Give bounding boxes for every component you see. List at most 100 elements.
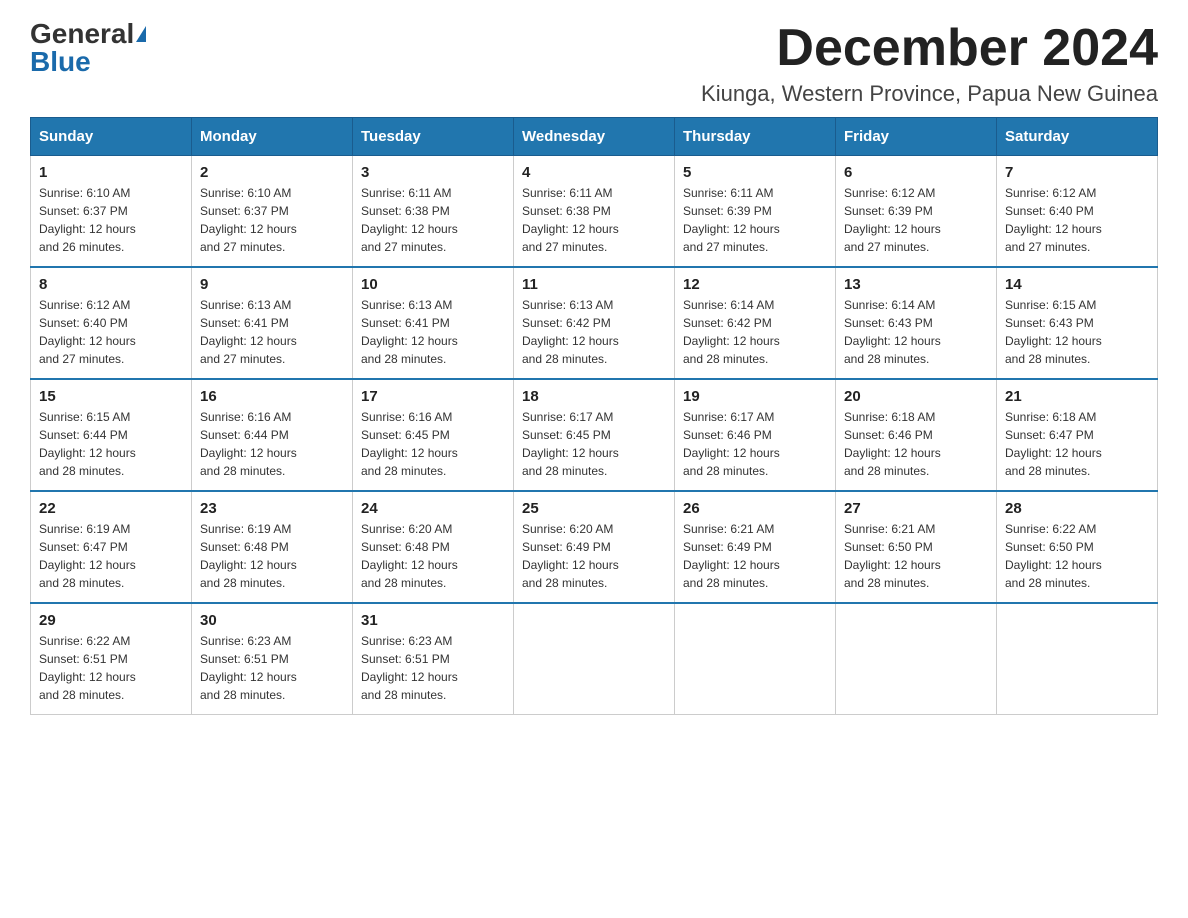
day-number: 11 (522, 276, 666, 293)
calendar-cell: 3 Sunrise: 6:11 AMSunset: 6:38 PMDaylight… (353, 156, 514, 268)
day-info: Sunrise: 6:21 AMSunset: 6:49 PMDaylight:… (683, 520, 827, 592)
day-number: 6 (844, 164, 988, 181)
page-header: General Blue December 2024 Kiunga, Weste… (30, 20, 1158, 107)
calendar-cell: 14 Sunrise: 6:15 AMSunset: 6:43 PMDayligh… (997, 267, 1158, 379)
title-area: December 2024 Kiunga, Western Province, … (701, 20, 1158, 107)
calendar-cell: 30 Sunrise: 6:23 AMSunset: 6:51 PMDayligh… (192, 603, 353, 715)
day-number: 19 (683, 388, 827, 405)
calendar-cell: 27Sunrise: 6:21 AMSunset: 6:50 PMDayligh… (836, 491, 997, 603)
day-info: Sunrise: 6:15 AMSunset: 6:44 PMDaylight:… (39, 408, 183, 480)
location-title: Kiunga, Western Province, Papua New Guin… (701, 81, 1158, 107)
header-monday: Monday (192, 118, 353, 156)
day-info: Sunrise: 6:14 AMSunset: 6:43 PMDaylight:… (844, 296, 988, 368)
day-info: Sunrise: 6:13 AMSunset: 6:41 PMDaylight:… (200, 296, 344, 368)
header-wednesday: Wednesday (514, 118, 675, 156)
calendar-cell: 26 Sunrise: 6:21 AMSunset: 6:49 PMDayligh… (675, 491, 836, 603)
calendar-cell: 22Sunrise: 6:19 AMSunset: 6:47 PMDayligh… (31, 491, 192, 603)
day-info: Sunrise: 6:10 AMSunset: 6:37 PMDaylight:… (39, 184, 183, 256)
calendar-cell: 10 Sunrise: 6:13 AMSunset: 6:41 PMDayligh… (353, 267, 514, 379)
day-info: Sunrise: 6:17 AMSunset: 6:45 PMDaylight:… (522, 408, 666, 480)
day-number: 13 (844, 276, 988, 293)
day-number: 12 (683, 276, 827, 293)
day-info: Sunrise: 6:12 AMSunset: 6:40 PMDaylight:… (39, 296, 183, 368)
day-info: Sunrise: 6:11 AMSunset: 6:38 PMDaylight:… (361, 184, 505, 256)
day-number: 8 (39, 276, 183, 293)
day-number: 27 (844, 500, 988, 517)
calendar-week-row: 15 Sunrise: 6:15 AMSunset: 6:44 PMDayligh… (31, 379, 1158, 491)
calendar-cell (997, 603, 1158, 715)
calendar-cell: 23Sunrise: 6:19 AMSunset: 6:48 PMDayligh… (192, 491, 353, 603)
day-number: 26 (683, 500, 827, 517)
header-saturday: Saturday (997, 118, 1158, 156)
day-number: 30 (200, 612, 344, 629)
calendar-cell: 11 Sunrise: 6:13 AMSunset: 6:42 PMDayligh… (514, 267, 675, 379)
calendar-cell: 2 Sunrise: 6:10 AMSunset: 6:37 PMDaylight… (192, 156, 353, 268)
calendar-cell: 4Sunrise: 6:11 AMSunset: 6:38 PMDaylight… (514, 156, 675, 268)
header-sunday: Sunday (31, 118, 192, 156)
day-info: Sunrise: 6:13 AMSunset: 6:41 PMDaylight:… (361, 296, 505, 368)
day-info: Sunrise: 6:13 AMSunset: 6:42 PMDaylight:… (522, 296, 666, 368)
day-info: Sunrise: 6:18 AMSunset: 6:46 PMDaylight:… (844, 408, 988, 480)
day-number: 3 (361, 164, 505, 181)
day-number: 4 (522, 164, 666, 181)
day-info: Sunrise: 6:11 AMSunset: 6:39 PMDaylight:… (683, 184, 827, 256)
calendar-table: SundayMondayTuesdayWednesdayThursdayFrid… (30, 117, 1158, 715)
day-number: 17 (361, 388, 505, 405)
calendar-cell: 28 Sunrise: 6:22 AMSunset: 6:50 PMDayligh… (997, 491, 1158, 603)
day-info: Sunrise: 6:16 AMSunset: 6:44 PMDaylight:… (200, 408, 344, 480)
day-info: Sunrise: 6:10 AMSunset: 6:37 PMDaylight:… (200, 184, 344, 256)
calendar-header-row: SundayMondayTuesdayWednesdayThursdayFrid… (31, 118, 1158, 156)
day-info: Sunrise: 6:19 AMSunset: 6:47 PMDaylight:… (39, 520, 183, 592)
logo: General Blue (30, 20, 146, 76)
calendar-cell: 17 Sunrise: 6:16 AMSunset: 6:45 PMDayligh… (353, 379, 514, 491)
day-number: 16 (200, 388, 344, 405)
day-number: 23 (200, 500, 344, 517)
day-number: 14 (1005, 276, 1149, 293)
day-number: 10 (361, 276, 505, 293)
day-info: Sunrise: 6:20 AMSunset: 6:48 PMDaylight:… (361, 520, 505, 592)
calendar-week-row: 29 Sunrise: 6:22 AMSunset: 6:51 PMDayligh… (31, 603, 1158, 715)
calendar-cell: 6 Sunrise: 6:12 AMSunset: 6:39 PMDaylight… (836, 156, 997, 268)
calendar-cell: 21Sunrise: 6:18 AMSunset: 6:47 PMDayligh… (997, 379, 1158, 491)
day-number: 20 (844, 388, 988, 405)
day-number: 1 (39, 164, 183, 181)
logo-triangle-icon (136, 26, 146, 42)
calendar-cell: 13 Sunrise: 6:14 AMSunset: 6:43 PMDayligh… (836, 267, 997, 379)
calendar-cell: 9Sunrise: 6:13 AMSunset: 6:41 PMDaylight… (192, 267, 353, 379)
month-title: December 2024 (701, 20, 1158, 77)
calendar-cell: 24 Sunrise: 6:20 AMSunset: 6:48 PMDayligh… (353, 491, 514, 603)
calendar-cell: 19 Sunrise: 6:17 AMSunset: 6:46 PMDayligh… (675, 379, 836, 491)
day-info: Sunrise: 6:23 AMSunset: 6:51 PMDaylight:… (200, 632, 344, 704)
day-info: Sunrise: 6:14 AMSunset: 6:42 PMDaylight:… (683, 296, 827, 368)
calendar-cell: 25Sunrise: 6:20 AMSunset: 6:49 PMDayligh… (514, 491, 675, 603)
calendar-cell: 16 Sunrise: 6:16 AMSunset: 6:44 PMDayligh… (192, 379, 353, 491)
calendar-cell: 12 Sunrise: 6:14 AMSunset: 6:42 PMDayligh… (675, 267, 836, 379)
day-number: 15 (39, 388, 183, 405)
calendar-cell: 29 Sunrise: 6:22 AMSunset: 6:51 PMDayligh… (31, 603, 192, 715)
day-number: 24 (361, 500, 505, 517)
day-info: Sunrise: 6:22 AMSunset: 6:50 PMDaylight:… (1005, 520, 1149, 592)
day-info: Sunrise: 6:22 AMSunset: 6:51 PMDaylight:… (39, 632, 183, 704)
day-info: Sunrise: 6:15 AMSunset: 6:43 PMDaylight:… (1005, 296, 1149, 368)
day-number: 31 (361, 612, 505, 629)
day-info: Sunrise: 6:23 AMSunset: 6:51 PMDaylight:… (361, 632, 505, 704)
calendar-cell: 1 Sunrise: 6:10 AMSunset: 6:37 PMDaylight… (31, 156, 192, 268)
calendar-cell: 15 Sunrise: 6:15 AMSunset: 6:44 PMDayligh… (31, 379, 192, 491)
calendar-cell: 20 Sunrise: 6:18 AMSunset: 6:46 PMDayligh… (836, 379, 997, 491)
day-number: 29 (39, 612, 183, 629)
day-number: 28 (1005, 500, 1149, 517)
calendar-week-row: 1 Sunrise: 6:10 AMSunset: 6:37 PMDaylight… (31, 156, 1158, 268)
day-info: Sunrise: 6:12 AMSunset: 6:39 PMDaylight:… (844, 184, 988, 256)
header-tuesday: Tuesday (353, 118, 514, 156)
day-info: Sunrise: 6:17 AMSunset: 6:46 PMDaylight:… (683, 408, 827, 480)
calendar-cell (836, 603, 997, 715)
calendar-week-row: 22Sunrise: 6:19 AMSunset: 6:47 PMDayligh… (31, 491, 1158, 603)
day-info: Sunrise: 6:16 AMSunset: 6:45 PMDaylight:… (361, 408, 505, 480)
day-info: Sunrise: 6:12 AMSunset: 6:40 PMDaylight:… (1005, 184, 1149, 256)
calendar-cell: 31 Sunrise: 6:23 AMSunset: 6:51 PMDayligh… (353, 603, 514, 715)
calendar-week-row: 8 Sunrise: 6:12 AMSunset: 6:40 PMDaylight… (31, 267, 1158, 379)
calendar-cell (675, 603, 836, 715)
day-number: 2 (200, 164, 344, 181)
header-thursday: Thursday (675, 118, 836, 156)
day-number: 25 (522, 500, 666, 517)
